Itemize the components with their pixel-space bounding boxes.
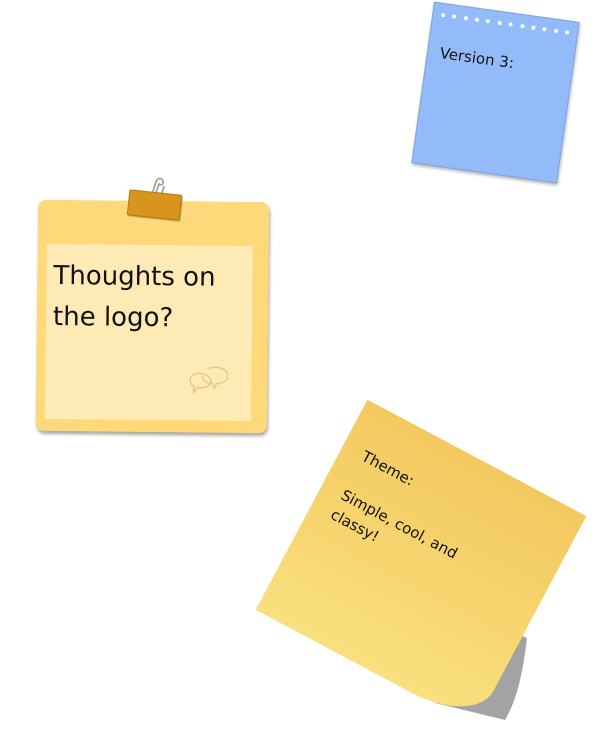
hole bbox=[497, 20, 502, 26]
binding-holes bbox=[441, 12, 570, 35]
hole bbox=[542, 26, 547, 32]
hole bbox=[553, 28, 559, 34]
clip-note[interactable]: Thoughts on the logo? bbox=[35, 199, 270, 434]
hole bbox=[531, 25, 536, 30]
hole bbox=[486, 19, 491, 24]
blue-note[interactable]: Version 3: bbox=[411, 1, 580, 184]
hole bbox=[564, 30, 570, 35]
hole bbox=[508, 22, 514, 27]
hole bbox=[452, 14, 457, 19]
hole bbox=[474, 17, 480, 22]
blue-note-text[interactable]: Version 3: bbox=[439, 44, 515, 72]
chat-bubbles-icon bbox=[189, 366, 229, 394]
hole bbox=[441, 12, 446, 18]
hole bbox=[519, 23, 525, 29]
sticky-note[interactable]: Theme: Simple, cool, and classy! bbox=[255, 399, 587, 727]
clip-note-text[interactable]: Thoughts on the logo? bbox=[53, 256, 216, 340]
hole bbox=[463, 15, 469, 21]
clip-tab bbox=[126, 189, 183, 221]
